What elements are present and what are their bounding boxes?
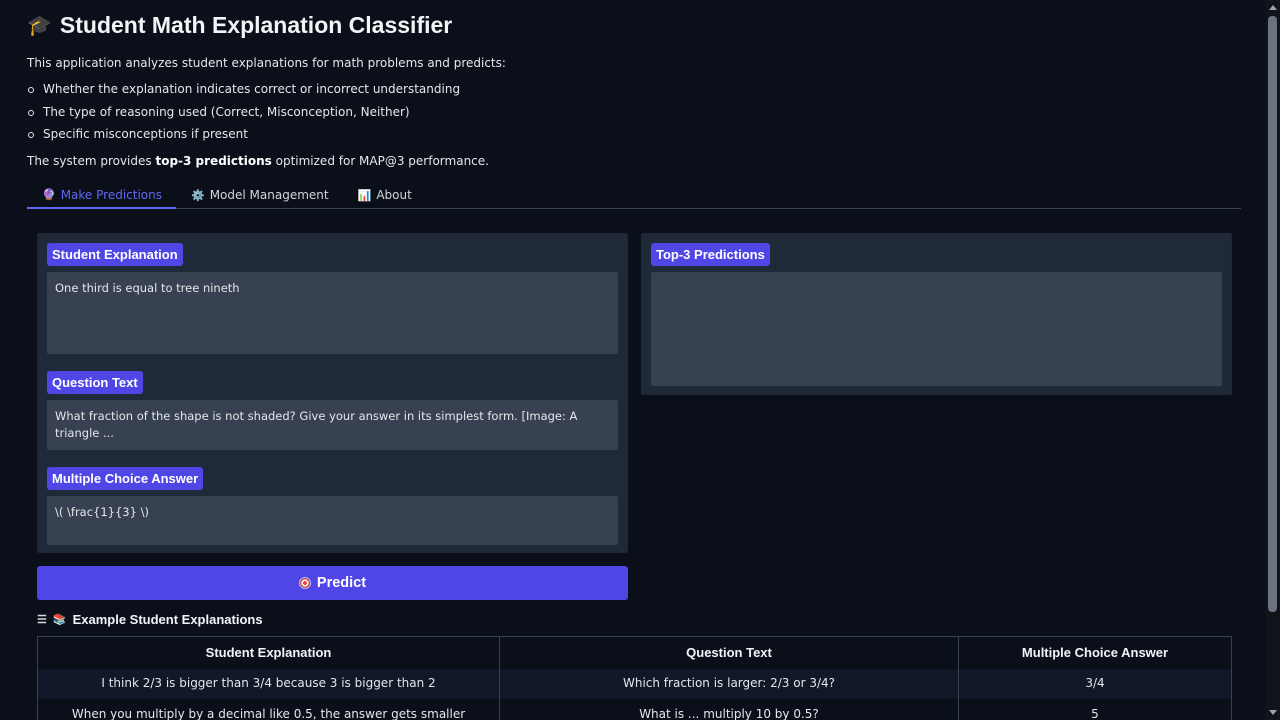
page-title-text: Student Math Explanation Classifier: [59, 12, 453, 38]
predictions-output: [651, 272, 1222, 386]
feature-item: The type of reasoning used (Correct, Mis…: [27, 101, 460, 124]
question-text-input[interactable]: What fraction of the shape is not shaded…: [47, 400, 618, 450]
bar-chart-icon: 📊: [357, 188, 372, 202]
examples-table: Student Explanation Question Text Multip…: [37, 636, 1232, 720]
table-cell: 5: [958, 698, 1232, 720]
books-icon: 📚: [52, 614, 67, 626]
tab-bar: 🔮 Make Predictions ⚙️ Model Management 📊…: [27, 182, 1241, 209]
input-panel: Student Explanation One third is equal t…: [37, 233, 628, 553]
summary-suffix: optimized for MAP@3 performance.: [271, 154, 489, 168]
feature-item: Specific misconceptions if present: [27, 123, 460, 146]
question-text-label: Question Text: [47, 371, 143, 394]
table-cell: Which fraction is larger: 2/3 or 3/4?: [499, 668, 959, 699]
tab-model-management[interactable]: ⚙️ Model Management: [176, 182, 343, 208]
tab-label: Make Predictions: [60, 187, 162, 202]
summary-prefix: The system provides: [27, 154, 156, 168]
table-cell: 3/4: [958, 668, 1232, 699]
examples-title: Example Student Explanations: [72, 612, 263, 627]
crystal-ball-icon: 🔮: [42, 188, 56, 201]
predictions-panel: Top-3 Predictions: [641, 233, 1232, 395]
table-cell: I think 2/3 is bigger than 3/4 because 3…: [37, 668, 500, 699]
table-row[interactable]: I think 2/3 is bigger than 3/4 because 3…: [37, 668, 1232, 699]
vertical-scrollbar[interactable]: [1265, 0, 1280, 720]
target-icon: [298, 577, 311, 589]
scrollbar-thumb[interactable]: [1268, 16, 1277, 612]
scroll-up-arrow-icon[interactable]: [1269, 5, 1277, 10]
summary-bold: top-3 predictions: [155, 154, 272, 168]
table-cell: What is ... multiply 10 by 0.5?: [499, 698, 959, 720]
mc-answer-input[interactable]: \( \frac{1}{3} \): [47, 496, 618, 545]
predictions-label: Top-3 Predictions: [651, 243, 770, 266]
mc-answer-label: Multiple Choice Answer: [47, 467, 204, 490]
examples-header[interactable]: ☰ 📚 Example Student Explanations: [37, 612, 263, 627]
tab-make-predictions[interactable]: 🔮 Make Predictions: [27, 182, 176, 209]
summary-text: The system provides top-3 predictions op…: [27, 154, 489, 168]
feature-list: Whether the explanation indicates correc…: [27, 78, 460, 146]
tab-label: Model Management: [209, 188, 329, 202]
column-header: Multiple Choice Answer: [958, 636, 1232, 669]
predict-button-label: Predict: [316, 575, 367, 591]
feature-item: Whether the explanation indicates correc…: [27, 78, 460, 101]
table-row[interactable]: When you multiply by a decimal like 0.5,…: [37, 698, 1232, 720]
page-title: 🎓 Student Math Explanation Classifier: [27, 12, 452, 39]
list-icon: ☰: [37, 614, 47, 626]
student-explanation-input[interactable]: One third is equal to tree nineth: [47, 272, 618, 354]
predict-button[interactable]: Predict: [37, 566, 628, 600]
column-header: Student Explanation: [37, 636, 500, 669]
graduation-cap-icon: 🎓: [27, 15, 52, 37]
table-cell: When you multiply by a decimal like 0.5,…: [37, 698, 500, 720]
tab-label: About: [376, 188, 412, 202]
table-header-row: Student Explanation Question Text Multip…: [37, 636, 1232, 669]
scroll-down-arrow-icon[interactable]: [1269, 710, 1277, 715]
intro-text: This application analyzes student explan…: [27, 56, 506, 70]
gear-icon: ⚙️: [191, 188, 205, 202]
column-header: Question Text: [499, 636, 959, 669]
student-explanation-label: Student Explanation: [47, 243, 183, 266]
tab-about[interactable]: 📊 About: [343, 182, 426, 208]
